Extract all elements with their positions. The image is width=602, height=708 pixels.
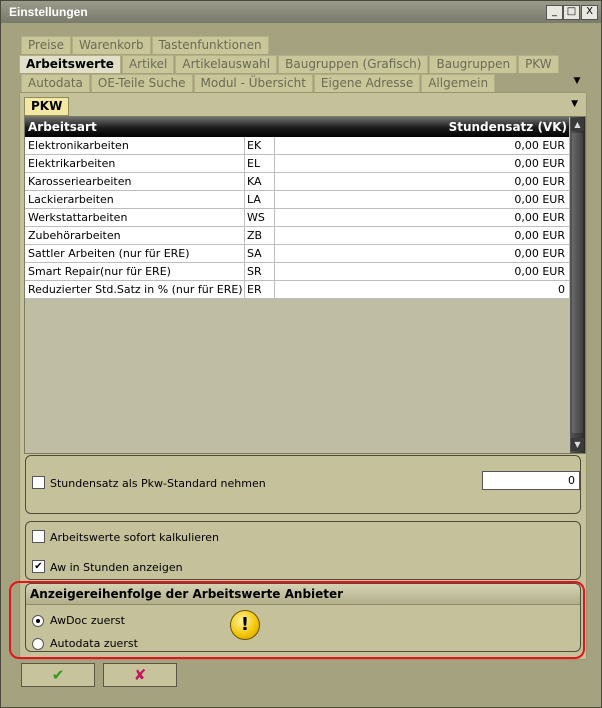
tab-row-1: Preise Warenkorb Tastenfunktionen: [21, 36, 270, 54]
settings-window: Einstellungen _ □ X Preise Warenkorb Tas…: [0, 0, 602, 708]
scrollbar-thumb[interactable]: [572, 133, 583, 433]
cell-arbeitsart: Smart Repair(nur für ERE): [28, 265, 171, 278]
window-title: Einstellungen: [9, 5, 88, 19]
aw-in-stunden-label: Aw in Stunden anzeigen: [50, 561, 183, 574]
cell-code: WS: [247, 211, 265, 224]
options-group: Arbeitswerte sofort kalkulieren ✔ Aw in …: [25, 521, 581, 580]
pkw-standard-checkbox[interactable]: [32, 476, 45, 489]
table-row[interactable]: Sattler Arbeiten (nur für ERE) SA 0,00 EUR: [25, 245, 569, 263]
arbeitswerte-table: Arbeitsart Stundensatz (VK) Elektronikar…: [24, 116, 586, 454]
cell-stundensatz[interactable]: 0,00 EUR: [514, 265, 565, 278]
tab-baugruppen-grafisch[interactable]: Baugruppen (Grafisch): [278, 55, 429, 73]
cell-stundensatz[interactable]: 0,00 EUR: [514, 193, 565, 206]
column-header-stundensatz[interactable]: Stundensatz (VK): [449, 120, 567, 134]
column-header-arbeitsart[interactable]: Arbeitsart: [28, 120, 97, 134]
cell-code: SR: [247, 265, 262, 278]
cell-code: ZB: [247, 229, 263, 242]
cell-stundensatz[interactable]: 0,00 EUR: [514, 229, 565, 242]
cell-arbeitsart: Lackierarbeiten: [28, 193, 114, 206]
minimize-button[interactable]: _: [546, 5, 563, 20]
tab-baugruppen[interactable]: Baugruppen: [429, 55, 518, 73]
sofort-kalkulieren-checkbox[interactable]: [32, 530, 45, 543]
table-header: Arbeitsart Stundensatz (VK): [25, 117, 569, 137]
cell-arbeitsart: Reduzierter Std.Satz in % (nur für ERE): [28, 283, 243, 296]
table-row[interactable]: Werkstattarbeiten WS 0,00 EUR: [25, 209, 569, 227]
tab-preise[interactable]: Preise: [21, 36, 72, 54]
arbeitswerte-panel: PKW ▼ Arbeitsart Stundensatz (VK) Elektr…: [19, 92, 587, 660]
table-scrollbar[interactable]: ▲ ▼: [570, 117, 585, 453]
table-row[interactable]: Karosseriearbeiten KA 0,00 EUR: [25, 173, 569, 191]
cell-code: EL: [247, 157, 261, 170]
cell-code: ER: [247, 283, 262, 296]
tab-oe-teile-suche[interactable]: OE-Teile Suche: [90, 74, 193, 92]
cell-stundensatz[interactable]: 0: [558, 283, 565, 296]
maximize-button[interactable]: □: [563, 5, 580, 20]
scroll-down-icon[interactable]: ▼: [571, 438, 584, 451]
cell-arbeitsart: Werkstattarbeiten: [28, 211, 128, 224]
table-row[interactable]: Zubehörarbeiten ZB 0,00 EUR: [25, 227, 569, 245]
tab-row-3: Autodata OE-Teile Suche Modul - Übersich…: [21, 74, 496, 92]
ok-button[interactable]: ✔: [21, 663, 95, 687]
table-row[interactable]: Elektrikarbeiten EL 0,00 EUR: [25, 155, 569, 173]
cell-arbeitsart: Sattler Arbeiten (nur für ERE): [28, 247, 190, 260]
standard-group: Stundensatz als Pkw-Standard nehmen 0: [25, 455, 581, 514]
tab-arbeitswerte[interactable]: Arbeitswerte: [19, 55, 121, 73]
pkw-standard-label: Stundensatz als Pkw-Standard nehmen: [50, 477, 266, 490]
scroll-up-icon[interactable]: ▲: [571, 118, 584, 131]
tab-scroll-arrow-icon[interactable]: ▼: [571, 76, 583, 88]
aw-in-stunden-checkbox[interactable]: ✔: [32, 560, 45, 573]
sofort-kalkulieren-label: Arbeitswerte sofort kalkulieren: [50, 531, 220, 544]
tab-allgemein[interactable]: Allgemein: [421, 74, 496, 92]
subtab-pkw[interactable]: PKW: [24, 97, 70, 116]
tab-modul-uebersicht[interactable]: Modul - Übersicht: [193, 74, 313, 92]
cell-code: SA: [247, 247, 262, 260]
standard-rate-value: 0: [568, 474, 575, 487]
cell-arbeitsart: Karosseriearbeiten: [28, 175, 132, 188]
cancel-button[interactable]: ✘: [103, 663, 177, 687]
tab-autodata[interactable]: Autodata: [21, 74, 90, 92]
cell-stundensatz[interactable]: 0,00 EUR: [514, 211, 565, 224]
cell-code: EK: [247, 139, 262, 152]
tab-row-2: Arbeitswerte Artikel Artikelauswahl Baug…: [19, 55, 560, 73]
cell-stundensatz[interactable]: 0,00 EUR: [514, 157, 565, 170]
tab-warenkorb[interactable]: Warenkorb: [72, 36, 151, 54]
standard-rate-input[interactable]: 0: [482, 471, 580, 490]
subtab-dropdown-arrow-icon[interactable]: ▼: [571, 99, 578, 109]
cell-arbeitsart: Elektrikarbeiten: [28, 157, 116, 170]
tab-artikel[interactable]: Artikel: [121, 55, 175, 73]
cell-arbeitsart: Zubehörarbeiten: [28, 229, 121, 242]
tab-pkw[interactable]: PKW: [518, 55, 559, 73]
close-button[interactable]: X: [581, 5, 598, 20]
cell-stundensatz[interactable]: 0,00 EUR: [514, 139, 565, 152]
title-bar[interactable]: Einstellungen _ □ X: [1, 1, 601, 23]
table-body: Elektronikarbeiten EK 0,00 EUR Elektrikarb…: [25, 137, 569, 299]
cell-stundensatz[interactable]: 0,00 EUR: [514, 175, 565, 188]
tab-eigene-adresse[interactable]: Eigene Adresse: [313, 74, 421, 92]
highlight-outline: [9, 581, 585, 659]
cell-stundensatz[interactable]: 0,00 EUR: [514, 247, 565, 260]
cell-code: LA: [247, 193, 261, 206]
tab-tastenfunktionen[interactable]: Tastenfunktionen: [151, 36, 269, 54]
cell-code: KA: [247, 175, 262, 188]
table-row[interactable]: Reduzierter Std.Satz in % (nur für ERE) E…: [25, 281, 569, 299]
table-row[interactable]: Lackierarbeiten LA 0,00 EUR: [25, 191, 569, 209]
tab-artikelauswahl[interactable]: Artikelauswahl: [175, 55, 278, 73]
table-row[interactable]: Elektronikarbeiten EK 0,00 EUR: [25, 137, 569, 155]
cell-arbeitsart: Elektronikarbeiten: [28, 139, 129, 152]
table-row[interactable]: Smart Repair(nur für ERE) SR 0,00 EUR: [25, 263, 569, 281]
